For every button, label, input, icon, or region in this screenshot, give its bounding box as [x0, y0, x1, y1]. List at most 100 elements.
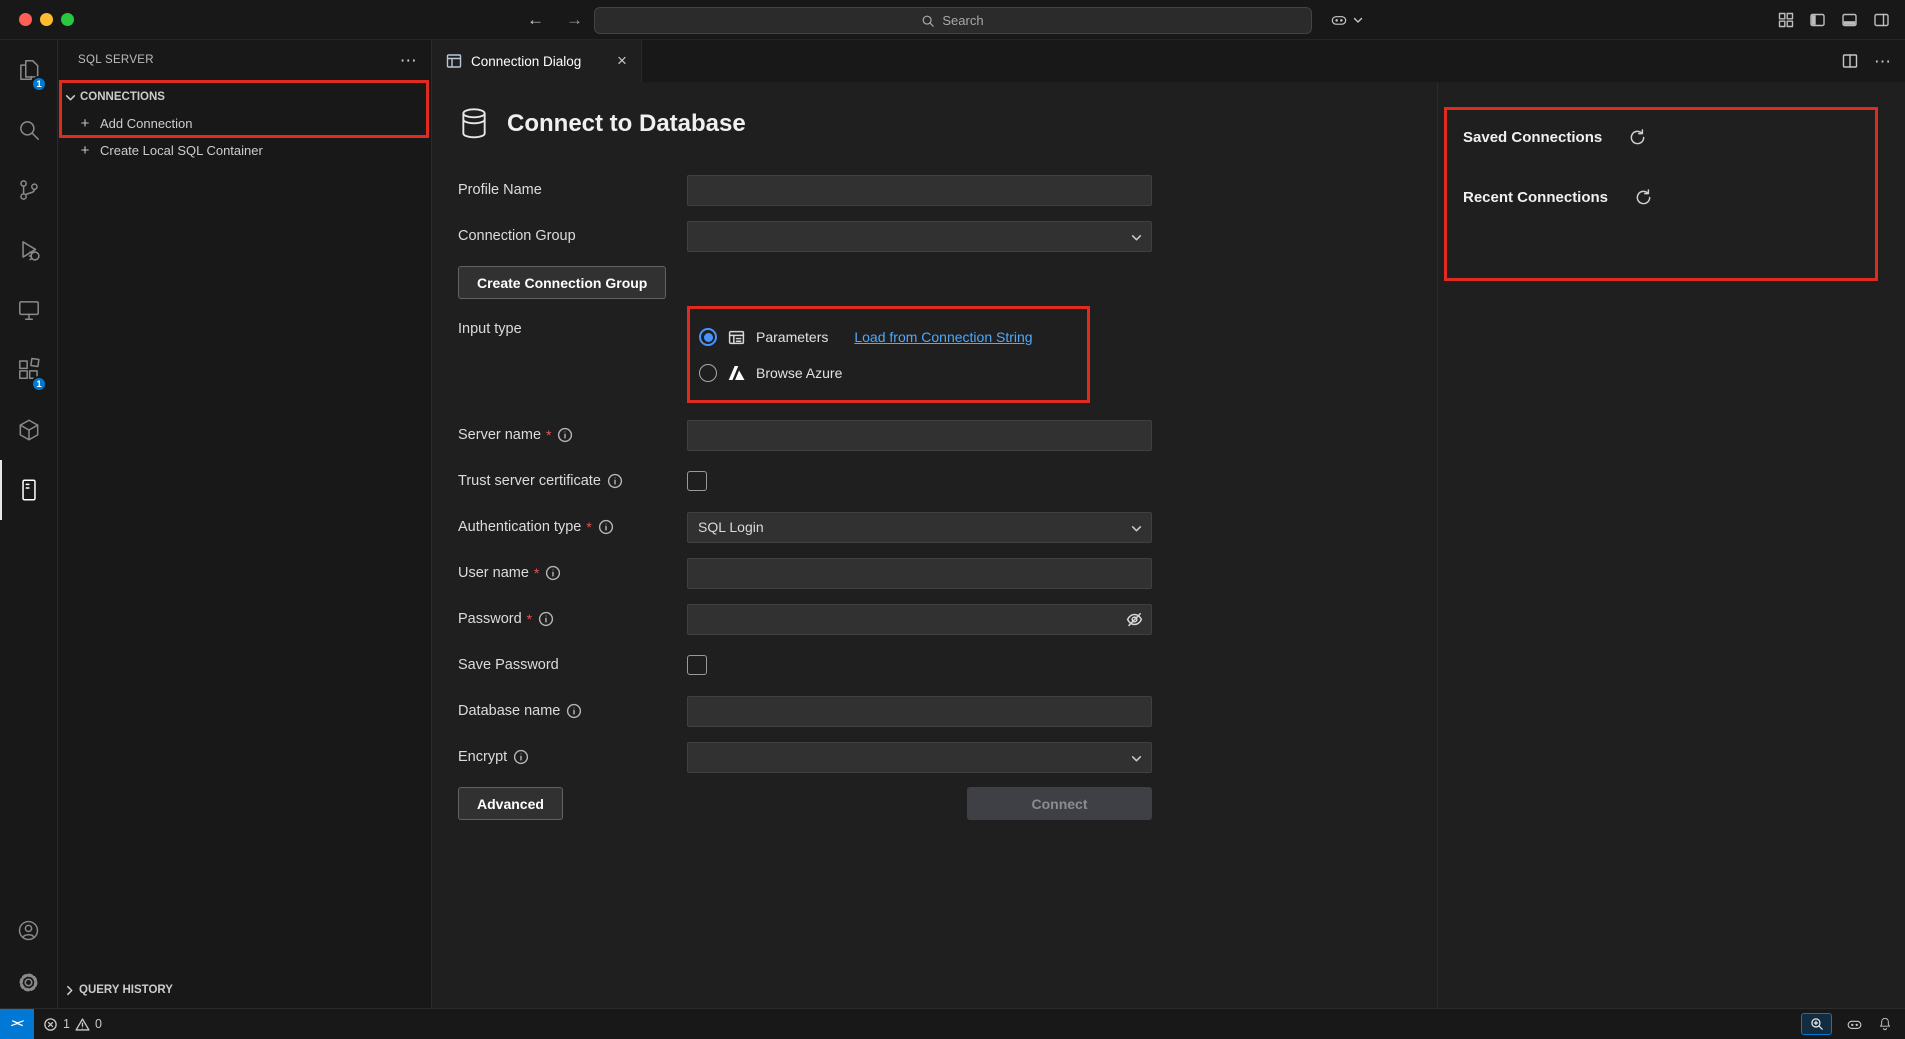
search-placeholder: Search [942, 13, 983, 28]
input-type-label: Input type [458, 321, 522, 337]
authentication-type-value: SQL Login [698, 519, 764, 535]
profile-name-input[interactable] [687, 175, 1152, 206]
required-marker: * [546, 427, 551, 443]
connection-group-row: Connection Group [458, 220, 1437, 252]
toggle-secondary-sidebar-icon[interactable] [1873, 12, 1890, 28]
profile-name-label: Profile Name [458, 182, 542, 198]
settings-gear-icon[interactable] [0, 956, 57, 1008]
advanced-button[interactable]: Advanced [458, 787, 563, 820]
toggle-primary-sidebar-icon[interactable] [1809, 12, 1826, 28]
create-connection-group-button[interactable]: Create Connection Group [458, 266, 666, 299]
remote-icon: >< [10, 1018, 24, 1030]
trust-certificate-checkbox[interactable] [687, 471, 707, 491]
warning-icon [75, 1017, 90, 1032]
editor-more-actions-icon[interactable]: ⋯ [1874, 53, 1891, 70]
database-name-row: Database name [458, 695, 1437, 727]
maximize-window-button[interactable] [61, 13, 74, 26]
database-name-label: Database name [458, 703, 560, 719]
tab-connection-dialog[interactable]: Connection Dialog × [432, 40, 642, 82]
minimize-window-button[interactable] [40, 13, 53, 26]
save-password-checkbox[interactable] [687, 655, 707, 675]
zoom-indicator[interactable] [1801, 1013, 1832, 1035]
password-input[interactable] [687, 604, 1152, 635]
split-editor-icon[interactable] [1842, 53, 1858, 69]
chevron-down-icon [1353, 16, 1363, 24]
refresh-icon[interactable] [1635, 189, 1652, 206]
search-input[interactable]: Search [594, 7, 1312, 34]
info-icon[interactable] [607, 473, 623, 489]
connection-group-dropdown[interactable] [687, 221, 1152, 252]
explorer-icon[interactable]: 1 [0, 40, 57, 100]
remote-explorer-icon[interactable] [0, 280, 57, 340]
sidebar-more-actions-icon[interactable]: ⋯ [400, 52, 417, 69]
encrypt-dropdown[interactable] [687, 742, 1152, 773]
remote-indicator[interactable]: >< [0, 1009, 34, 1039]
trust-certificate-row: Trust server certificate [458, 465, 1437, 497]
profile-name-row: Profile Name [458, 174, 1437, 206]
connect-button[interactable]: Connect [967, 787, 1152, 820]
required-marker: * [527, 611, 532, 627]
copilot-status-icon[interactable] [1845, 1015, 1864, 1034]
connection-dialog-form: Connect to Database Profile Name Connect… [432, 82, 1437, 1008]
copilot-icon [1329, 10, 1349, 30]
source-control-icon[interactable] [0, 160, 57, 220]
search-view-icon[interactable] [0, 100, 57, 160]
forward-icon[interactable]: → [566, 10, 583, 30]
explorer-badge: 1 [31, 76, 47, 92]
plus-icon: + [79, 142, 91, 159]
connections-section-header[interactable]: CONNECTIONS [58, 84, 431, 110]
browse-azure-radio[interactable] [699, 364, 717, 382]
close-window-button[interactable] [19, 13, 32, 26]
user-name-input[interactable] [687, 558, 1152, 589]
trust-certificate-label: Trust server certificate [458, 473, 601, 489]
connection-dialog-icon [446, 53, 462, 69]
save-password-label: Save Password [458, 657, 559, 673]
server-name-label: Server name [458, 427, 541, 443]
parameters-radio[interactable] [699, 328, 717, 346]
authentication-type-dropdown[interactable]: SQL Login [687, 512, 1152, 543]
customize-layout-icon[interactable] [1778, 12, 1794, 28]
chevron-down-icon [1131, 754, 1142, 763]
notifications-bell-icon[interactable] [1877, 1016, 1893, 1032]
input-type-radio-group: Parameters Load from Connection String B… [687, 313, 1033, 395]
copilot-menu-button[interactable] [1329, 0, 1363, 40]
encrypt-row: Encrypt [458, 741, 1437, 773]
input-type-row: Input type Parameters Load from Connecti… [458, 313, 1437, 395]
title-bar: ← → Search [0, 0, 1905, 40]
editor-group: Connection Dialog × ⋯ Connect to Databas… [432, 40, 1905, 1008]
refresh-icon[interactable] [1629, 129, 1646, 146]
database-name-input[interactable] [687, 696, 1152, 727]
problems-indicator[interactable]: 1 0 [43, 1017, 102, 1032]
tab-bar: Connection Dialog × ⋯ [432, 40, 1905, 82]
connections-browser-panel: Saved Connections Recent Connections [1437, 82, 1905, 1008]
azure-icon [727, 364, 746, 382]
info-icon[interactable] [545, 565, 561, 581]
load-connection-string-link[interactable]: Load from Connection String [854, 329, 1032, 345]
run-debug-icon[interactable] [0, 220, 57, 280]
toggle-panel-icon[interactable] [1841, 12, 1858, 28]
sidebar-title: SQL SERVER [78, 54, 154, 66]
info-icon[interactable] [598, 519, 614, 535]
info-icon[interactable] [557, 427, 573, 443]
tab-close-icon[interactable]: × [611, 50, 633, 72]
create-local-sql-container-item[interactable]: + Create Local SQL Container [58, 137, 431, 164]
connection-group-label: Connection Group [458, 228, 576, 244]
query-history-section-header[interactable]: QUERY HISTORY [58, 978, 431, 1002]
user-name-row: User name * [458, 557, 1437, 589]
info-icon[interactable] [538, 611, 554, 627]
back-icon[interactable]: ← [527, 10, 544, 30]
chevron-down-icon [1131, 233, 1142, 242]
zoom-in-icon [1810, 1017, 1824, 1031]
add-connection-item[interactable]: + Add Connection [58, 110, 431, 137]
sql-server-view-icon[interactable] [0, 460, 57, 520]
containers-icon[interactable] [0, 400, 57, 460]
info-icon[interactable] [566, 703, 582, 719]
authentication-type-label: Authentication type [458, 519, 581, 535]
page-title: Connect to Database [507, 110, 746, 138]
eye-off-icon[interactable] [1126, 611, 1143, 628]
password-label: Password [458, 611, 522, 627]
extensions-icon[interactable]: 1 [0, 340, 57, 400]
info-icon[interactable] [513, 749, 529, 765]
accounts-icon[interactable] [0, 904, 57, 956]
server-name-input[interactable] [687, 420, 1152, 451]
